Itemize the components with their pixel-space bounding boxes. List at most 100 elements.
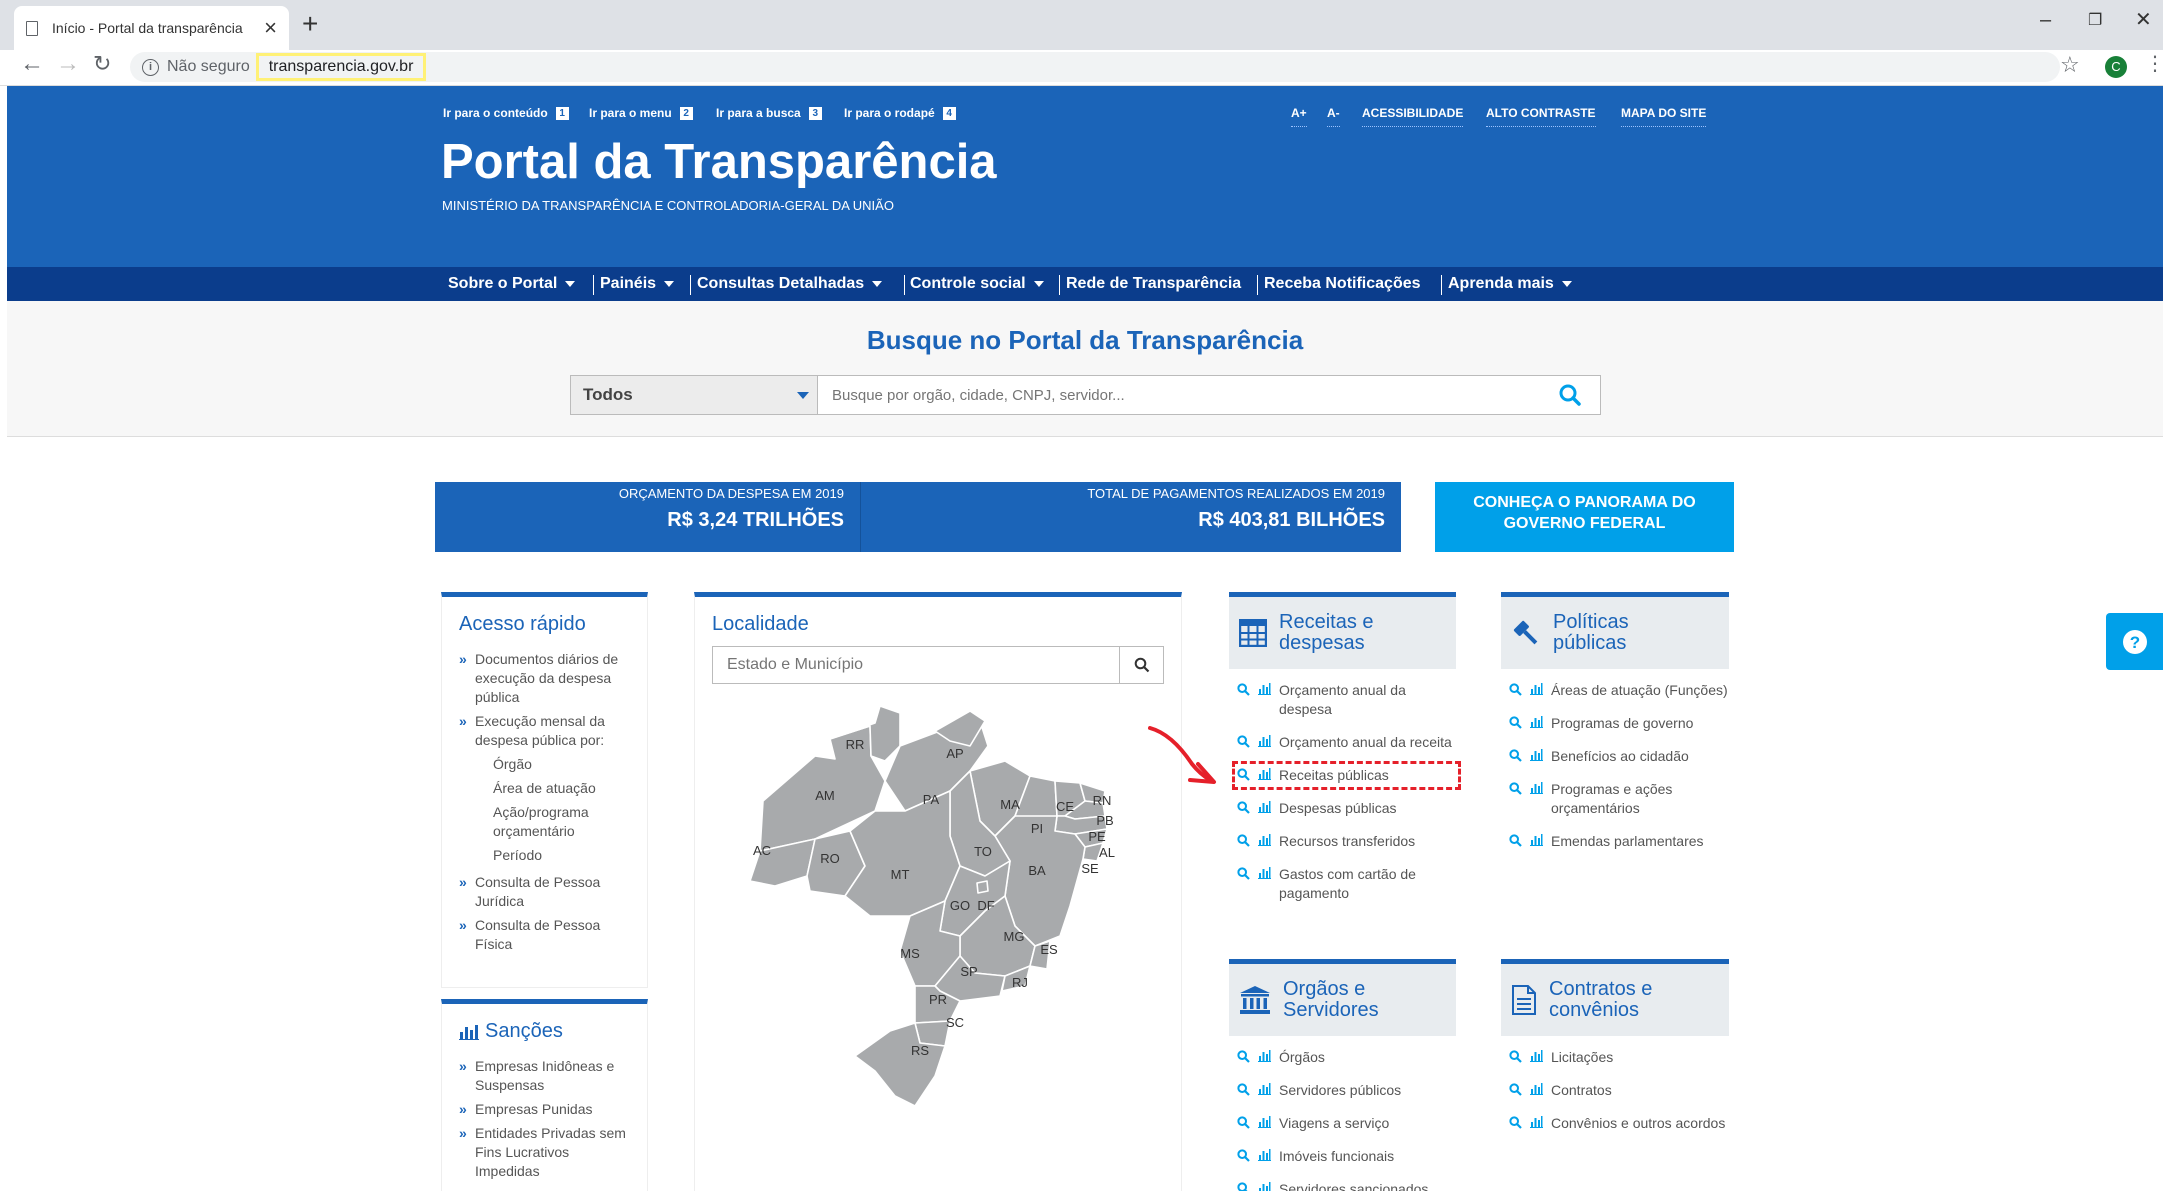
list-item[interactable]: Período xyxy=(459,846,635,865)
locality-search-button[interactable] xyxy=(1119,647,1163,683)
list-item[interactable]: Servidores sancionados xyxy=(1237,1180,1456,1191)
agencies-card: Orgãos e Servidores Órgãos Servidores púb… xyxy=(1229,959,1456,1191)
link-text: Emendas parlamentares xyxy=(1551,833,1704,849)
caret-down-icon xyxy=(565,280,576,287)
stat-value: R$ 3,24 TRILHÕES xyxy=(667,509,844,531)
list-item[interactable]: Despesas públicas xyxy=(1237,799,1456,818)
list-item[interactable]: » Consulta de Pessoa Jurídica xyxy=(459,873,635,911)
nav-aprenda-mais[interactable]: Aprenda mais xyxy=(1448,267,1572,301)
close-window-icon[interactable]: ✕ xyxy=(2135,10,2152,30)
skip-to-search-link[interactable]: Ir para a busca 3 xyxy=(716,106,822,120)
profile-avatar[interactable]: C xyxy=(2105,56,2127,78)
accessibility-link[interactable]: ACESSIBILIDADE xyxy=(1362,106,1464,127)
minimize-icon[interactable]: – xyxy=(2040,10,2051,30)
list-item[interactable]: Áreas de atuação (Funções) xyxy=(1509,681,1729,700)
skip-to-footer-link[interactable]: Ir para o rodapé 4 xyxy=(844,106,956,120)
list-item[interactable]: Receitas públicas xyxy=(1232,761,1461,790)
list-item[interactable]: Convênios e outros acordos xyxy=(1509,1114,1729,1133)
font-decrease-link[interactable]: A- xyxy=(1327,106,1340,127)
close-tab-icon[interactable]: × xyxy=(264,17,277,39)
revenue-expenses-header[interactable]: Receitas e despesas xyxy=(1229,597,1456,669)
nav-label: Aprenda mais xyxy=(1448,275,1554,292)
panorama-button[interactable]: CONHEÇA O PANORAMA DO GOVERNO FEDERAL xyxy=(1435,482,1734,552)
list-item[interactable]: Programas de governo xyxy=(1509,714,1729,733)
sitemap-link[interactable]: MAPA DO SITE xyxy=(1621,106,1707,127)
list-item[interactable]: Orçamento anual da despesa xyxy=(1237,681,1456,719)
nav-rede-de-transparencia[interactable]: Rede de Transparência xyxy=(1066,267,1241,301)
map-label: TO xyxy=(974,844,992,859)
bookmark-star-icon[interactable]: ☆ xyxy=(2060,52,2080,78)
map-label: RJ xyxy=(1012,975,1028,990)
list-item[interactable]: Orçamento anual da receita xyxy=(1237,733,1456,752)
locality-input[interactable] xyxy=(713,647,1119,683)
list-item[interactable]: Licitações xyxy=(1509,1048,1729,1067)
list-item[interactable]: Ação/programa orçamentário xyxy=(459,803,635,841)
row-icons xyxy=(1237,1116,1271,1133)
skip-to-content-link[interactable]: Ir para o conteúdo 1 xyxy=(443,106,569,120)
address-bar[interactable]: i Não seguro transparencia.gov.br xyxy=(130,52,2060,82)
search-box: Todos xyxy=(570,375,1601,415)
restore-icon[interactable]: ❐ xyxy=(2088,13,2102,29)
list-item[interactable]: Imóveis funcionais xyxy=(1237,1147,1456,1166)
info-icon[interactable]: i xyxy=(142,58,159,76)
reload-icon[interactable]: ↻ xyxy=(93,53,111,75)
budget-stat[interactable]: ORÇAMENTO DA DESPESA EM 2019 R$ 3,24 TRI… xyxy=(435,482,860,552)
bar-chart-icon xyxy=(1530,683,1543,695)
bar-chart-icon xyxy=(1259,1182,1271,1191)
search-button[interactable] xyxy=(1540,376,1600,414)
payments-stat[interactable]: TOTAL DE PAGAMENTOS REALIZADOS EM 2019 R… xyxy=(860,482,1401,552)
list-item[interactable]: » Documentos diários de execução da despe… xyxy=(459,650,635,707)
browser-menu-icon[interactable]: ⋮ xyxy=(2145,54,2163,74)
list-item[interactable]: Gastos com cartão de pagamento xyxy=(1237,865,1456,903)
search-scope-select[interactable]: Todos xyxy=(571,376,818,414)
search-icon xyxy=(1509,749,1522,762)
list-item[interactable]: Emendas parlamentares xyxy=(1509,832,1729,851)
caret-down-icon xyxy=(872,280,883,287)
list-item[interactable]: » Execução mensal da despesa pública por: xyxy=(459,712,635,750)
list-item[interactable]: Viagens a serviço xyxy=(1237,1114,1456,1133)
nav-receba-notificacoes[interactable]: Receba Notificações xyxy=(1264,267,1421,301)
nav-divider xyxy=(1441,275,1442,295)
map-label: MS xyxy=(900,946,920,961)
list-item[interactable]: Programas e ações orçamentários xyxy=(1509,780,1729,818)
list-item[interactable]: » Empresas Inidôneas e Suspensas xyxy=(459,1057,635,1095)
list-item[interactable]: Contratos xyxy=(1509,1081,1729,1100)
list-item[interactable]: » Entidades Privadas sem Fins Lucrativos … xyxy=(459,1124,635,1181)
nav-sobre-o-portal[interactable]: Sobre o Portal xyxy=(448,267,576,301)
nav-paineis[interactable]: Painéis xyxy=(600,267,675,301)
contracts-header[interactable]: Contratos e convênios xyxy=(1501,964,1729,1036)
site-header: Ir para o conteúdo 1 Ir para o menu 2 Ir p… xyxy=(7,86,2163,267)
map-label: MG xyxy=(1004,929,1025,944)
help-button[interactable]: ? xyxy=(2106,613,2163,670)
list-item[interactable]: Área de atuação xyxy=(459,779,635,798)
bar-chart-icon xyxy=(1530,1050,1543,1062)
search-icon xyxy=(1237,1083,1250,1096)
list-item[interactable]: Órgãos xyxy=(1237,1048,1456,1067)
font-increase-link[interactable]: A+ xyxy=(1291,106,1307,127)
list-item[interactable]: Recursos transferidos xyxy=(1237,832,1456,851)
browser-tab[interactable]: Início - Portal da transparência × xyxy=(14,6,289,50)
new-tab-icon[interactable]: + xyxy=(302,10,318,38)
list-item[interactable]: Órgão xyxy=(459,755,635,774)
skip-to-menu-link[interactable]: Ir para o menu 2 xyxy=(589,106,693,120)
list-item[interactable]: » Empresas Punidas xyxy=(459,1100,635,1119)
forward-icon[interactable]: → xyxy=(56,52,80,76)
url-text[interactable]: transparencia.gov.br xyxy=(255,53,427,81)
site-title[interactable]: Portal da Transparência xyxy=(441,134,997,190)
agencies-header[interactable]: Orgãos e Servidores xyxy=(1229,964,1456,1036)
high-contrast-link[interactable]: ALTO CONTRASTE xyxy=(1486,106,1596,127)
list-item[interactable]: » Consulta de Pessoa Física xyxy=(459,916,635,954)
list-item[interactable]: Servidores públicos xyxy=(1237,1081,1456,1100)
search-input[interactable] xyxy=(818,376,1540,414)
nav-consultas-detalhadas[interactable]: Consultas Detalhadas xyxy=(697,267,883,301)
nav-controle-social[interactable]: Controle social xyxy=(910,267,1044,301)
map-state-df[interactable] xyxy=(976,880,989,894)
list-item[interactable]: Benefícios ao cidadão xyxy=(1509,747,1729,766)
public-policies-header[interactable]: Políticas públicas xyxy=(1501,597,1729,669)
back-icon[interactable]: ← xyxy=(20,52,44,76)
nav-divider xyxy=(593,275,594,295)
map-label: ES xyxy=(1040,942,1058,957)
annotation-arrow-icon xyxy=(1148,726,1216,784)
brazil-map[interactable]: RR AP AM PA MA CE RN PB PE AL SE PI AC R… xyxy=(705,701,1165,1181)
stat-label: ORÇAMENTO DA DESPESA EM 2019 xyxy=(618,486,844,501)
